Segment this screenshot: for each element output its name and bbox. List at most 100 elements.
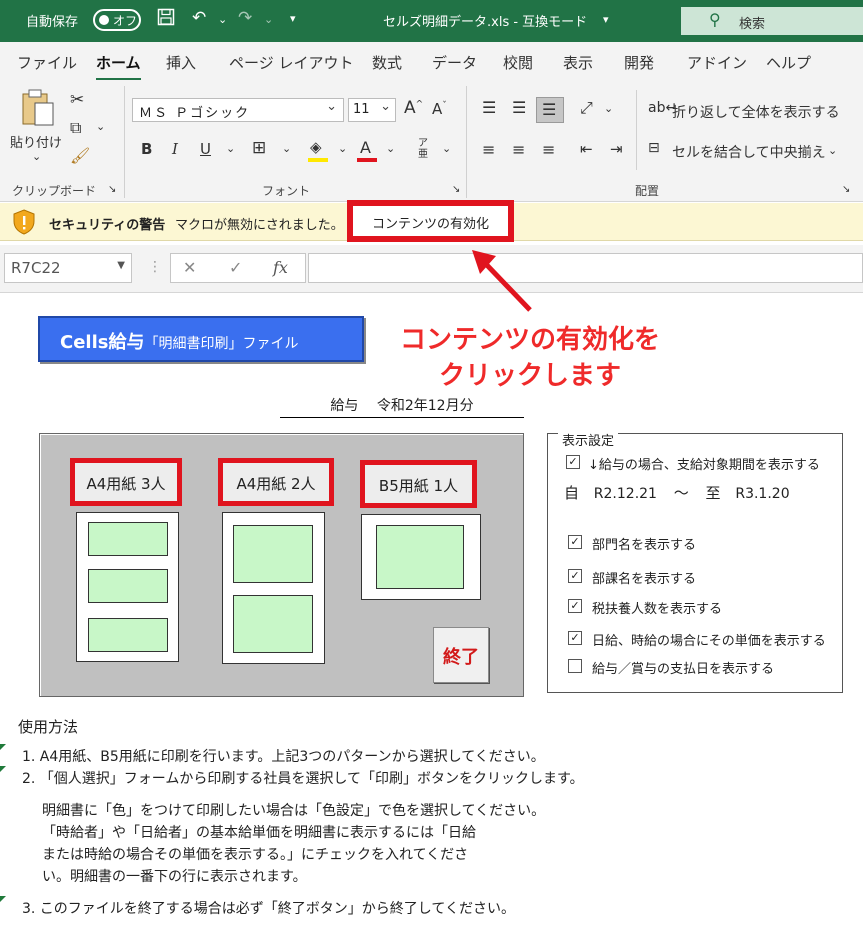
insert-function-icon[interactable]: fx [273, 258, 288, 277]
align-middle-icon[interactable]: ☰ [512, 98, 526, 117]
dependents-checkbox[interactable]: ✓ [568, 599, 582, 613]
app-title-sub: 「明細書印刷」ファイル [144, 336, 299, 352]
window-title: セルズ明細データ.xls - 互換モード [383, 15, 588, 30]
search-box[interactable]: ⚲ 検索 [681, 7, 863, 35]
copy-icon[interactable]: ⧉ [70, 118, 81, 138]
save-icon[interactable] [157, 8, 175, 31]
period-range: 自 R2.12.21 〜 至 R3.1.20 [564, 482, 790, 503]
tab-view[interactable]: 表示 [563, 52, 593, 73]
font-color-dropdown-icon[interactable]: ⌄ [386, 142, 395, 155]
align-top-icon[interactable]: ☰ [482, 98, 496, 117]
underline-dropdown-icon[interactable]: ⌄ [226, 142, 235, 155]
title-bar: 自動保存 オフ ↶ ⌄ ↷ ⌄ ▾ セルズ明細データ.xls - 互換モード ▾… [0, 0, 863, 42]
align-right-icon[interactable]: ≡ [542, 140, 555, 159]
phonetic-dropdown-icon[interactable]: ⌄ [442, 142, 451, 155]
formula-bar: R7C22 ▼ ⋮ ✕ ✓ fx [0, 245, 863, 293]
section-checkbox[interactable]: ✓ [568, 569, 582, 583]
italic-button[interactable]: I [172, 140, 178, 158]
underline-button[interactable]: U [200, 140, 211, 158]
merge-dropdown-icon[interactable]: ⌄ [828, 144, 837, 157]
print-a4-2-button[interactable]: A4用紙 2人 [218, 458, 334, 506]
preview-slot [88, 569, 168, 603]
fill-color-icon[interactable]: ◈ [310, 138, 322, 156]
name-box[interactable]: R7C22 ▼ [4, 253, 132, 283]
cancel-icon[interactable]: ✕ [183, 258, 196, 277]
autosave-toggle[interactable]: オフ [93, 9, 141, 31]
undo-icon[interactable]: ↶ [192, 8, 206, 28]
orientation-icon[interactable]: ⤢ [580, 98, 593, 118]
toggle-knob [99, 15, 109, 25]
period-to-value: R3.1.20 [735, 486, 790, 502]
clipboard-group-label: クリップボード [12, 184, 97, 198]
increase-indent-icon[interactable]: ⇥ [610, 140, 623, 158]
borders-dropdown-icon[interactable]: ⌄ [282, 142, 291, 155]
tab-review[interactable]: 校閲 [503, 52, 533, 73]
formula-input[interactable] [308, 253, 863, 283]
copy-dropdown-icon[interactable]: ⌄ [96, 120, 105, 133]
shield-icon [12, 209, 36, 235]
phonetic-icon[interactable]: ア亜 [418, 138, 428, 160]
tab-data[interactable]: データ [432, 52, 477, 73]
title-dropdown-icon[interactable]: ▾ [603, 13, 609, 26]
bold-button[interactable]: B [141, 140, 152, 158]
name-box-dropdown-icon[interactable]: ▼ [117, 260, 125, 271]
wrap-text-button[interactable]: 折り返して全体を表示する [672, 102, 840, 122]
payment-date-checkbox[interactable] [568, 659, 582, 673]
orientation-dropdown-icon[interactable]: ⌄ [604, 102, 613, 115]
end-button[interactable]: 終了 [433, 627, 489, 683]
enter-icon[interactable]: ✓ [229, 258, 242, 277]
tab-home[interactable]: ホーム [96, 52, 141, 81]
merge-center-button[interactable]: セルを結合して中央揃え [672, 142, 826, 162]
font-color-icon[interactable]: A [360, 138, 371, 157]
annotation-text: コンテンツの有効化を クリックします [380, 322, 680, 394]
decrease-indent-icon[interactable]: ⇤ [580, 140, 593, 158]
clipboard-launcher-icon[interactable]: ↘ [108, 184, 116, 195]
period-checkbox[interactable]: ✓ [566, 455, 580, 469]
security-warning-title: セキュリティの警告 [49, 218, 166, 233]
search-icon: ⚲ [709, 10, 721, 29]
merge-center-icon[interactable]: ⊟ [648, 140, 660, 156]
usage-line: い。明細書の一番下の行に表示されます。 [42, 869, 307, 885]
cut-icon[interactable]: ✂ [70, 90, 84, 110]
department-checkbox[interactable]: ✓ [568, 535, 582, 549]
tab-addins[interactable]: アドイン [687, 52, 747, 73]
tab-formulas[interactable]: 数式 [372, 52, 402, 73]
format-painter-icon[interactable]: 🖌 [70, 146, 90, 165]
tab-help[interactable]: ヘルプ [766, 52, 811, 73]
borders-icon[interactable]: ⊞ [252, 138, 266, 158]
option-label: 日給、時給の場合にその単価を表示する [592, 634, 826, 649]
undo-dropdown-icon[interactable]: ⌄ [218, 13, 227, 26]
paste-label[interactable]: 貼り付け [10, 132, 62, 151]
tab-developer[interactable]: 開発 [624, 52, 654, 73]
customize-qat-icon[interactable]: ▾ [290, 12, 296, 25]
align-left-icon[interactable]: ≡ [482, 140, 495, 159]
app-title-button[interactable]: Cells給与「明細書印刷」ファイル [38, 316, 364, 362]
paste-icon[interactable] [20, 88, 56, 132]
cell-comment-marker [0, 744, 6, 750]
redo-dropdown-icon[interactable]: ⌄ [264, 13, 273, 26]
font-size-select[interactable]: 11 [348, 98, 396, 122]
autosave-label: 自動保存 [26, 15, 79, 30]
font-name-select[interactable]: ＭＳ Ｐゴシック [132, 98, 344, 122]
paste-dropdown-icon[interactable]: ⌄ [32, 150, 41, 163]
fill-color-dropdown-icon[interactable]: ⌄ [338, 142, 347, 155]
enable-content-button[interactable]: コンテンツの有効化 [347, 200, 514, 242]
increase-font-icon[interactable]: A^ [404, 98, 423, 118]
redo-icon[interactable]: ↷ [238, 8, 252, 28]
option-label: 部課名を表示する [592, 572, 697, 587]
option-label: 給与／賞与の支払日を表示する [592, 662, 775, 677]
period-from-value: R2.12.21 [593, 486, 657, 502]
font-launcher-icon[interactable]: ↘ [452, 184, 460, 195]
alignment-launcher-icon[interactable]: ↘ [842, 184, 850, 195]
unit-price-checkbox[interactable]: ✓ [568, 631, 582, 645]
print-b5-1-button[interactable]: B5用紙 1人 [360, 460, 477, 508]
align-bottom-icon: ☰ [542, 100, 557, 119]
print-a4-3-button[interactable]: A4用紙 3人 [70, 458, 182, 506]
align-center-icon[interactable]: ≡ [512, 140, 525, 159]
decrease-font-icon[interactable]: Aˇ [432, 100, 447, 118]
tab-insert[interactable]: 挿入 [166, 52, 196, 73]
option-label: 部門名を表示する [592, 538, 697, 553]
annotation-line-2: クリックします [438, 361, 621, 391]
tab-file[interactable]: ファイル [17, 52, 77, 73]
tab-page-layout[interactable]: ページ レイアウト [229, 52, 353, 73]
